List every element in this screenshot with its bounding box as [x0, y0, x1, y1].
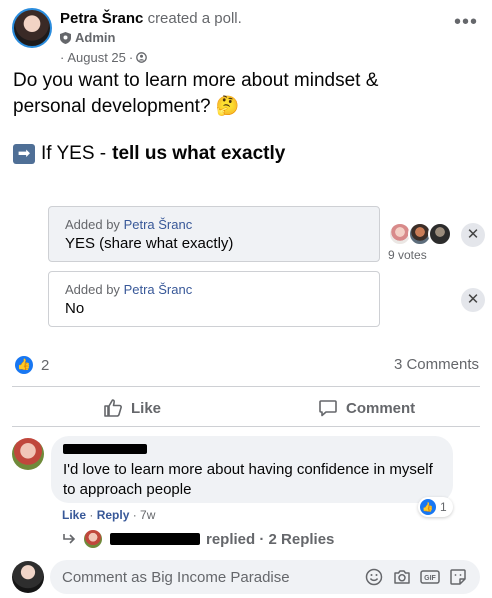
current-user-avatar: [12, 561, 44, 593]
voter-avatars[interactable]: [388, 222, 458, 248]
comment-button[interactable]: Comment: [318, 394, 415, 422]
post-text-line2: personal development? 🤔: [13, 96, 240, 117]
post-text-line1: Do you want to learn more about mindset …: [13, 70, 379, 91]
more-options-icon[interactable]: •••: [454, 12, 478, 32]
right-arrow-icon: ➡: [13, 144, 35, 164]
remove-vote-icon[interactable]: ✕: [461, 223, 485, 247]
comment-placeholder: Comment as Big Income Paradise: [62, 568, 290, 586]
redacted-replier-name: [110, 533, 200, 545]
like-reaction-icon: 👍: [15, 356, 33, 374]
redacted-commenter-name: [63, 444, 147, 454]
poll-option-meta: Added by Petra Šranc: [65, 282, 193, 297]
like-button[interactable]: Like: [103, 394, 161, 422]
post-text-line3: ➡ If YES - tell us what exactly: [13, 143, 285, 165]
poll-option-author[interactable]: Petra Šranc: [124, 217, 193, 232]
reaction-summary[interactable]: 👍 2: [15, 356, 49, 374]
comment-actions: Like · Reply · 7w: [62, 508, 156, 522]
camera-icon[interactable]: [392, 567, 412, 587]
replier-avatar: [82, 528, 104, 550]
emoji-icon[interactable]: [364, 567, 384, 587]
comment-like-link[interactable]: Like: [62, 508, 86, 522]
author-line: Petra Šranc created a poll.: [60, 10, 242, 27]
poll-option-label: No: [65, 300, 85, 317]
post-header: Petra Šranc created a poll. Admin · Augu…: [12, 8, 482, 65]
gif-icon[interactable]: GIF: [420, 567, 440, 587]
thumbs-up-icon: [104, 399, 122, 417]
poll-option-yes[interactable]: Added by Petra Šranc YES (share what exa…: [48, 206, 380, 262]
poll-option-author[interactable]: Petra Šranc: [124, 282, 193, 297]
admin-label: Admin: [75, 30, 116, 45]
divider: [12, 426, 480, 427]
line2-bold-text: tell us what exactly: [112, 143, 286, 164]
comment-age[interactable]: 7w: [140, 508, 155, 522]
comments-count[interactable]: 3 Comments: [394, 356, 479, 373]
composer-tools: GIF: [364, 567, 468, 587]
author-name[interactable]: Petra Šranc: [60, 10, 143, 27]
sticker-icon[interactable]: [448, 567, 468, 587]
reaction-count: 2: [41, 356, 50, 374]
poll-option-no[interactable]: Added by Petra Šranc No: [48, 271, 380, 327]
voter-avatar: [428, 222, 452, 246]
view-replies[interactable]: replied · 2 Replies: [62, 527, 334, 551]
speech-bubble-icon: [319, 400, 337, 417]
svg-text:GIF: GIF: [424, 575, 436, 582]
remove-option-icon[interactable]: ✕: [461, 288, 485, 312]
post-date-text[interactable]: August 25: [67, 50, 126, 65]
votes-count[interactable]: 9 votes: [388, 248, 427, 262]
shield-icon: [60, 31, 71, 44]
author-avatar[interactable]: [12, 8, 52, 48]
comment-reply-link[interactable]: Reply: [97, 508, 130, 522]
comment-input[interactable]: Comment as Big Income Paradise GIF: [50, 560, 480, 594]
post-body: Do you want to learn more about mindset …: [13, 68, 473, 120]
replies-label: replied · 2 Replies: [206, 530, 335, 548]
commenter-avatar[interactable]: [12, 438, 44, 470]
comment-text: I'd love to learn more about having conf…: [63, 461, 433, 498]
line2-prefix: If YES -: [41, 143, 107, 164]
post-date: · August 25 ·: [60, 50, 148, 65]
reply-arrow-icon: [63, 534, 76, 544]
poll-option-label: YES (share what exactly): [65, 235, 234, 252]
like-reaction-icon: 👍: [420, 499, 436, 515]
admin-badge: Admin: [60, 30, 115, 45]
poll-option-meta: Added by Petra Šranc: [65, 217, 193, 232]
comment-bubble: I'd love to learn more about having conf…: [51, 436, 453, 503]
thinking-emoji-icon: 🤔: [215, 96, 240, 117]
post-action-text: created a poll.: [147, 10, 242, 27]
comment-reaction[interactable]: 👍 1: [418, 497, 453, 517]
group-audience-icon: [136, 52, 148, 63]
divider: [12, 386, 480, 387]
